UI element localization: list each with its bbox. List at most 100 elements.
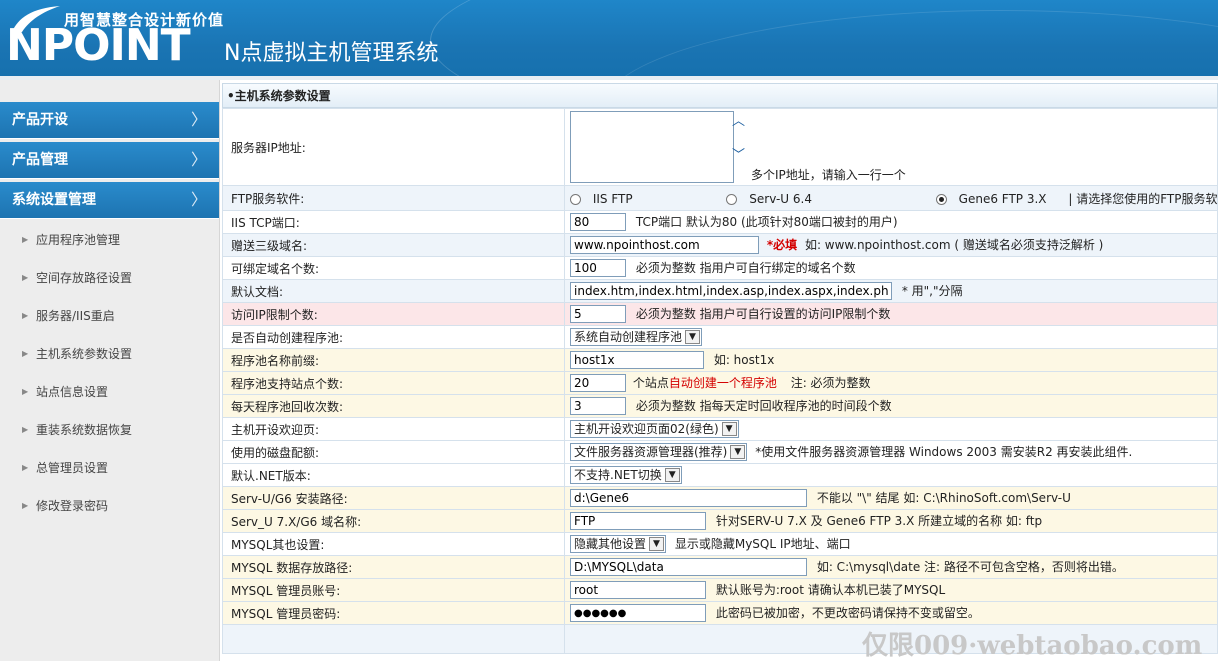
radio-label: Serv-U 6.4 — [749, 191, 812, 206]
form-row-mysql-other: MYSQL其也设置: 隐藏其他设置 ▼ 显示或隐藏MySQL IP地址、端口 — [222, 532, 1218, 556]
select-value: 隐藏其他设置 — [574, 537, 647, 552]
mysql-path-note: 如: C:\mysql\date 注: 路径不可包含空格，否则将出错。 — [816, 559, 1124, 574]
form-value: 不能以 "\" 结尾 如: C:\RhinoSoft.com\Serv-U — [564, 486, 1218, 510]
select-value: 不支持.NET切换 — [574, 468, 662, 482]
sidebar-item-system-settings[interactable]: 系统设置管理 〉 — [0, 182, 219, 219]
sidebar-subitem-label: 空间存放路径设置 — [36, 271, 133, 285]
main-panel: •主机系统参数设置 服务器IP地址: ︿ ﹀ 多个IP地址，请输入一行一个 FT… — [222, 83, 1218, 661]
sidebar-item-label: 产品开设 — [12, 112, 68, 128]
form-label: 访问IP限制个数: — [222, 302, 565, 326]
pool-sites-note-b: 注: 必须为整数 — [790, 375, 871, 390]
form-value: 如: C:\mysql\date 注: 路径不可包含空格，否则将出错。 — [564, 555, 1218, 579]
form-row-disk-config: 使用的磁盘配额: 文件服务器资源管理器(推荐) ▼ *使用文件服务器资源管理器 W… — [222, 440, 1218, 464]
scroll-down-icon[interactable]: ﹀ — [732, 149, 745, 163]
servu-domain-input[interactable] — [570, 512, 706, 531]
form-label: MYSQL 数据存放路径: — [222, 555, 565, 579]
triangle-right-icon: ▶ — [22, 235, 29, 244]
mysql-path-input[interactable] — [570, 558, 807, 577]
auto-pool-select[interactable]: 系统自动创建程序池 ▼ — [570, 328, 703, 346]
chevron-down-icon: ▼ — [721, 422, 737, 436]
mysql-user-input[interactable] — [570, 581, 706, 600]
pool-prefix-note: 如: host1x — [713, 352, 775, 367]
form-row-pool-prefix: 程序池名称前缀: 如: host1x — [222, 348, 1218, 372]
ip-limit-input[interactable] — [570, 305, 626, 324]
radio-gene6[interactable] — [935, 193, 947, 205]
settings-form-table: 服务器IP地址: ︿ ﹀ 多个IP地址，请输入一行一个 FTP服务软件: IIS… — [222, 108, 1218, 654]
pool-recycle-note: 必须为整数 指每天定时回收程序池的时间段个数 — [635, 398, 892, 413]
form-value: 不支持.NET切换 ▼ — [564, 463, 1218, 487]
sidebar-subitem-storage-path[interactable]: ▶ 空间存放路径设置 — [0, 259, 219, 297]
mysql-pass-input[interactable] — [570, 604, 706, 623]
form-row-pool-recycle: 每天程序池回收次数: 必须为整数 指每天定时回收程序池的时间段个数 — [222, 394, 1218, 418]
form-label: 默认.NET版本: — [222, 463, 565, 487]
servu-path-input[interactable] — [570, 489, 807, 508]
form-label: 主机开设欢迎页: — [222, 417, 565, 441]
bind-count-input[interactable] — [570, 259, 626, 278]
gift-domain-input[interactable] — [570, 236, 759, 255]
pool-recycle-input[interactable] — [570, 397, 626, 416]
form-value: 如: host1x — [564, 348, 1218, 372]
radio-serv-u[interactable] — [726, 193, 738, 205]
form-value: 隐藏其他设置 ▼ 显示或隐藏MySQL IP地址、端口 — [564, 532, 1218, 556]
sidebar-subitem-host-params[interactable]: ▶ 主机系统参数设置 — [0, 335, 219, 373]
form-label: 是否自动创建程序池: — [222, 325, 565, 349]
form-label: 程序池名称前缀: — [222, 348, 565, 372]
pool-sites-input[interactable] — [570, 374, 626, 393]
form-row-gift-domain: 赠送三级域名: *必填 如: www.npointhost.com ( 赠送域名… — [222, 233, 1218, 257]
form-label: MYSQL其也设置: — [222, 532, 565, 556]
sidebar-subitem-change-password[interactable]: ▶ 修改登录密码 — [0, 487, 219, 525]
sidebar-subitem-label: 主机系统参数设置 — [36, 347, 133, 361]
triangle-right-icon: ▶ — [22, 463, 29, 472]
form-value: TCP端口 默认为80 (此项针对80端口被封的用户) — [564, 210, 1218, 234]
form-label: MYSQL 管理员密码: — [222, 601, 565, 625]
scroll-up-icon[interactable]: ︿ — [732, 115, 745, 129]
watermark: 仅限009·webtaobao.com — [862, 631, 1203, 661]
form-row-ip-limit: 访问IP限制个数: 必须为整数 指用户可自行设置的访问IP限制个数 — [222, 302, 1218, 326]
disk-config-select[interactable]: 文件服务器资源管理器(推荐) ▼ — [570, 443, 748, 462]
sidebar-subitem-label: 总管理员设置 — [36, 461, 109, 475]
welcome-page-select[interactable]: 主机开设欢迎页面02(绿色) ▼ — [570, 420, 739, 438]
form-label: Serv_U 7.X/G6 域名称: — [222, 509, 565, 533]
form-label: FTP服务软件: — [222, 185, 565, 211]
form-label: 赠送三级域名: — [222, 233, 565, 257]
default-doc-input[interactable] — [570, 282, 892, 301]
form-value: IIS FTP Serv-U 6.4 Gene6 FTP 3.X | 请选择您使… — [564, 185, 1218, 211]
default-doc-note: * 用","分隔 — [901, 283, 963, 298]
gift-domain-note: 如: www.npointhost.com ( 赠送域名必须支持泛解析 ) — [804, 237, 1104, 252]
mysql-other-note: 显示或隐藏MySQL IP地址、端口 — [674, 536, 851, 551]
form-label: 默认文档: — [222, 279, 565, 303]
iis-port-input[interactable] — [570, 213, 626, 232]
form-label: 使用的磁盘配额: — [222, 440, 565, 464]
form-row-server-ip: 服务器IP地址: ︿ ﹀ 多个IP地址，请输入一行一个 — [222, 108, 1218, 186]
pool-sites-note-red: 自动创建一个程序池 — [668, 375, 777, 390]
mysql-other-select[interactable]: 隐藏其他设置 ▼ — [570, 535, 667, 554]
sidebar-subitem-label: 应用程序池管理 — [36, 233, 121, 247]
chevron-right-icon: 〉 — [190, 190, 207, 209]
form-row-ftp-software: FTP服务软件: IIS FTP Serv-U 6.4 Gene6 FTP 3.… — [222, 185, 1218, 211]
sidebar-subitem-site-info[interactable]: ▶ 站点信息设置 — [0, 373, 219, 411]
form-value: 文件服务器资源管理器(推荐) ▼ *使用文件服务器资源管理器 Windows 20… — [564, 440, 1218, 464]
form-value: 必须为整数 指用户可自行设置的访问IP限制个数 — [564, 302, 1218, 326]
sidebar-subitem-iis-restart[interactable]: ▶ 服务器/IIS重启 — [0, 297, 219, 335]
form-row-dotnet: 默认.NET版本: 不支持.NET切换 ▼ — [222, 463, 1218, 487]
sidebar-item-product-open[interactable]: 产品开设 〉 — [0, 102, 219, 139]
dotnet-select[interactable]: 不支持.NET切换 ▼ — [570, 466, 682, 484]
panel-title: •主机系统参数设置 — [222, 83, 1218, 108]
sidebar-item-product-manage[interactable]: 产品管理 〉 — [0, 142, 219, 179]
sidebar-subitem-app-pool[interactable]: ▶ 应用程序池管理 — [0, 221, 219, 259]
radio-iis-ftp[interactable] — [570, 193, 581, 205]
form-row-bind-count: 可绑定域名个数: 必须为整数 指用户可自行绑定的域名个数 — [222, 256, 1218, 280]
servu-domain-note: 针对SERV-U 7.X 及 Gene6 FTP 3.X 所建立域的名称 如: … — [715, 513, 1043, 528]
chevron-down-icon: ▼ — [649, 537, 665, 552]
server-ip-textarea[interactable] — [570, 111, 734, 183]
form-value: 此密码已被加密，不更改密码请保持不变或留空。 — [564, 601, 1218, 625]
sidebar-subitem-admin[interactable]: ▶ 总管理员设置 — [0, 449, 219, 487]
pool-prefix-input[interactable] — [570, 351, 704, 370]
form-footer — [222, 624, 565, 654]
pool-sites-note: 个站点 — [632, 375, 669, 390]
sidebar-subitem-label: 站点信息设置 — [36, 385, 109, 399]
form-value: 必须为整数 指每天定时回收程序池的时间段个数 — [564, 394, 1218, 418]
form-row-mysql-user: MYSQL 管理员账号: 默认账号为:root 请确认本机已装了MYSQL — [222, 578, 1218, 602]
sidebar-subitem-data-restore[interactable]: ▶ 重装系统数据恢复 — [0, 411, 219, 449]
disk-config-note: *使用文件服务器资源管理器 Windows 2003 需安装R2 再安装此组件. — [755, 444, 1133, 459]
